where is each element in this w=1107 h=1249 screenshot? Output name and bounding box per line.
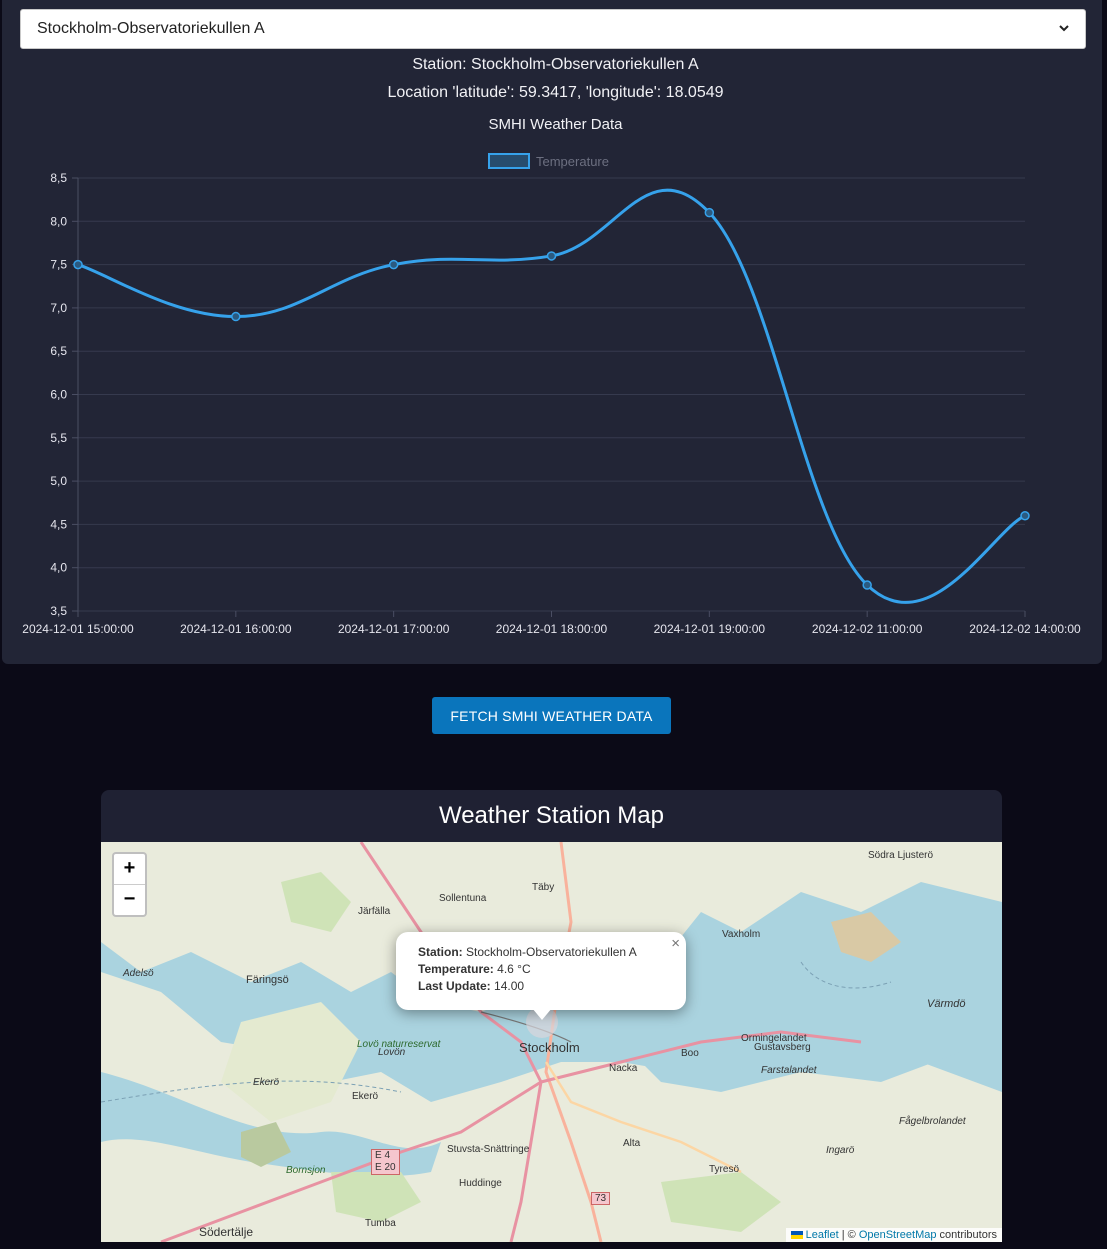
popup-temperature-value: 4.6 °C xyxy=(497,962,531,976)
y-tick-label: 4,0 xyxy=(50,561,67,575)
popup-station-value: Stockholm-Observatoriekullen A xyxy=(466,945,637,959)
y-tick-label: 3,5 xyxy=(50,604,67,618)
map-place-label: Ekerö xyxy=(352,1091,379,1102)
popup-tip xyxy=(532,1008,552,1020)
map-title: Weather Station Map xyxy=(438,802,664,829)
station-info: Station: Stockholm-Observatoriekullen A xyxy=(412,56,699,73)
x-tick-label: 2024-12-01 15:00:00 xyxy=(22,622,134,636)
data-point xyxy=(231,311,241,322)
map-place-label: Stockholm xyxy=(519,1040,580,1055)
y-tick-label: 5,0 xyxy=(50,474,67,488)
map-place-label: Täby xyxy=(532,882,555,893)
map-place-label: Södra Ljusterö xyxy=(868,850,934,861)
x-tick-label: 2024-12-01 17:00:00 xyxy=(338,622,450,636)
map-place-label: Adelsö xyxy=(123,968,154,979)
map-place-label: Fågelbrolandet xyxy=(899,1116,966,1127)
x-tick-label: 2024-12-01 18:00:00 xyxy=(496,622,608,636)
zoom-in-button[interactable]: + xyxy=(114,854,145,885)
data-point xyxy=(704,207,715,218)
map-place-label: Värmdö xyxy=(927,998,966,1010)
fetch-weather-button[interactable]: Fetch SMHI Weather Data xyxy=(432,697,671,734)
x-tick-label: 2024-12-02 14:00:00 xyxy=(969,622,1081,636)
map-place-label: Sollentuna xyxy=(439,893,487,904)
y-tick-label: 4,5 xyxy=(50,517,67,531)
map-place-label: Bornsjon xyxy=(286,1165,326,1176)
popup-station-label: Station: xyxy=(418,945,463,959)
map-place-label: Gustavsberg xyxy=(754,1042,811,1053)
weather-station-map[interactable]: Södra Ljusterö Täby Sollentuna Järfälla … xyxy=(101,842,1002,1242)
y-tick-label: 5,5 xyxy=(50,431,67,445)
x-tick-label: 2024-12-01 19:00:00 xyxy=(654,622,766,636)
ukraine-flag-icon xyxy=(790,1231,803,1240)
osm-link[interactable]: OpenStreetMap xyxy=(859,1229,937,1241)
data-point xyxy=(388,259,399,270)
popup-temperature-label: Temperature: xyxy=(418,962,494,976)
map-place-label: Stuvsta-Snättringe xyxy=(447,1144,530,1155)
station-select-value: Stockholm-Observatoriekullen A xyxy=(37,20,265,37)
chart-title: SMHI Weather Data xyxy=(488,116,623,133)
x-tick-label: 2024-12-02 11:00:00 xyxy=(812,622,923,636)
y-tick-label: 6,0 xyxy=(50,388,67,402)
map-place-label: Alta xyxy=(623,1138,641,1149)
temperature-line-chart: 8,5 8,0 7,5 7,0 6,5 6,0 5,5 5,0 4,5 4,0 3,5 2024-12… xyxy=(22,171,1081,636)
popup-update-value: 14.00 xyxy=(494,979,525,993)
map-place-label: Järfälla xyxy=(358,906,391,917)
map-place-label: Tyresö xyxy=(709,1164,740,1175)
map-place-label: Vaxholm xyxy=(722,929,761,940)
map-place-label: Huddinge xyxy=(459,1178,502,1189)
popup-close-button[interactable]: × xyxy=(671,935,680,952)
attribution-separator: | © xyxy=(838,1229,859,1241)
road-shield-label: E 4 xyxy=(375,1150,391,1161)
location-info: Location 'latitude': 59.3417, 'longitude… xyxy=(387,84,724,101)
road-shield-e4: E 4E 20 xyxy=(371,1149,400,1175)
zoom-out-button[interactable]: − xyxy=(114,885,145,915)
map-place-label: Farstalandet xyxy=(761,1065,817,1076)
map-place-label: Ingarö xyxy=(826,1145,855,1156)
y-tick-label: 6,5 xyxy=(50,344,67,358)
map-attribution: Leaflet | © OpenStreetMap contributors xyxy=(785,1228,1002,1242)
map-place-label: Nacka xyxy=(609,1063,638,1074)
map-place-label: Boo xyxy=(681,1048,699,1059)
attribution-contributors: contributors xyxy=(936,1229,997,1241)
data-point xyxy=(862,580,872,590)
weather-map-card: Weather Station Map Södra Ljusterö Täby xyxy=(101,790,1002,1242)
chevron-down-icon xyxy=(1059,25,1069,32)
map-place-label: Tumba xyxy=(365,1218,396,1229)
y-tick-label: 8,0 xyxy=(50,214,67,228)
data-point xyxy=(73,259,83,270)
map-place-label: Lovön xyxy=(378,1047,406,1058)
zoom-control: + − xyxy=(112,852,147,917)
station-select[interactable]: Stockholm-Observatoriekullen A xyxy=(20,9,1086,49)
map-place-label: Södertälje xyxy=(199,1225,254,1239)
road-shield-73: 73 xyxy=(591,1192,611,1205)
station-popup: × Station: Stockholm-Observatoriekullen … xyxy=(396,932,686,1010)
popup-update-label: Last Update: xyxy=(418,979,491,993)
map-place-label: Ekerö xyxy=(253,1077,280,1088)
data-point xyxy=(1020,510,1030,521)
road-shield-label: E 20 xyxy=(375,1162,396,1173)
leaflet-link[interactable]: Leaflet xyxy=(806,1229,839,1241)
map-place-label: Färingsö xyxy=(246,974,289,986)
x-tick-label: 2024-12-01 16:00:00 xyxy=(180,622,292,636)
y-tick-label: 7,5 xyxy=(50,258,67,272)
data-point xyxy=(546,251,557,261)
y-tick-label: 7,0 xyxy=(50,301,67,315)
y-tick-label: 8,5 xyxy=(50,171,67,185)
